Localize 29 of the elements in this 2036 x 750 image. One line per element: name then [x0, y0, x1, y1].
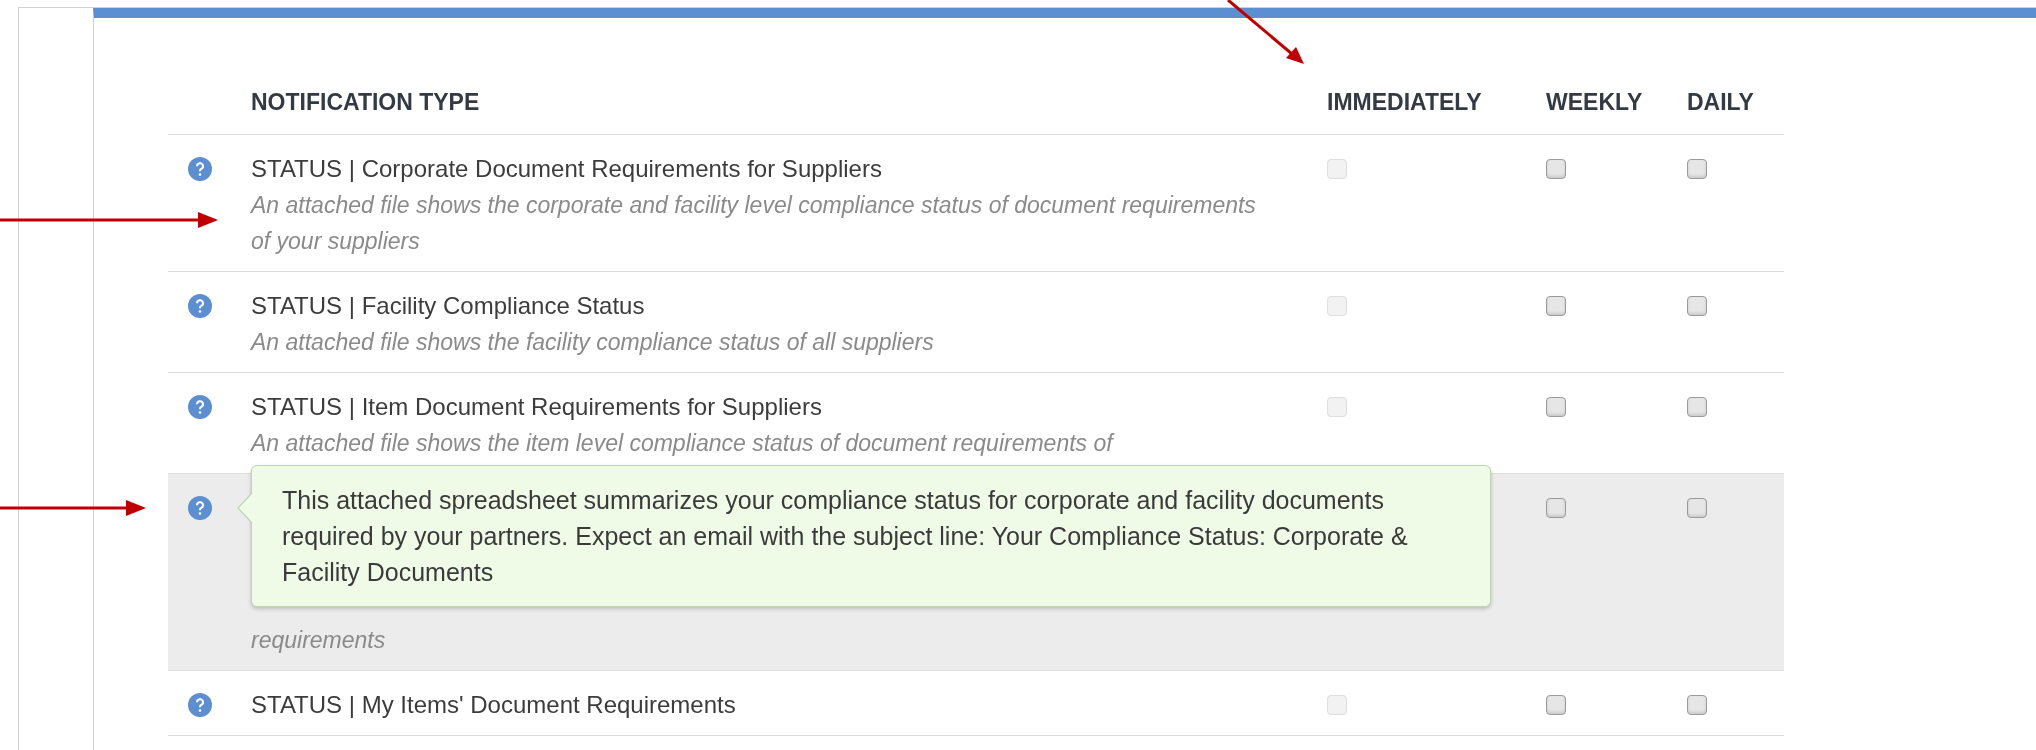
- help-icon[interactable]: [188, 294, 212, 318]
- help-icon[interactable]: [188, 395, 212, 419]
- tooltip-pointer: [237, 493, 252, 523]
- checkbox[interactable]: [1546, 159, 1566, 179]
- notification-description: An attached file shows the corporate and facility level compliance status of document requirements of your suppliers: [251, 191, 1257, 256]
- tooltip: This attached spreadsheet summarizes your compliance status for corporate and facility documents required by your partners. Expect an email with the subject line: Your Compliance Status: Corporate & Facility Documents: [251, 465, 1491, 607]
- notification-title: STATUS | My Items' Document Requirements: [251, 690, 737, 720]
- column-header: NOTIFICATION TYPE: [251, 88, 480, 115]
- checkbox[interactable]: [1546, 695, 1566, 715]
- checkbox[interactable]: [1687, 159, 1707, 179]
- notification-title: STATUS | Facility Compliance Status: [251, 291, 646, 321]
- notification-description: An attached file shows the item level compliance status of document requirements of: [251, 429, 1116, 458]
- checkbox[interactable]: [1546, 397, 1566, 417]
- column-header: DAILY: [1687, 88, 1754, 115]
- notification-description: An attached file shows the facility compliance status of all suppliers: [251, 328, 935, 357]
- help-icon[interactable]: [188, 496, 212, 520]
- checkbox[interactable]: [1687, 296, 1707, 316]
- column-header: WEEKLY: [1546, 88, 1643, 115]
- column-header: IMMEDIATELY: [1327, 88, 1482, 115]
- checkbox[interactable]: [1546, 296, 1566, 316]
- help-icon[interactable]: [188, 157, 212, 181]
- checkbox[interactable]: [1687, 397, 1707, 417]
- notification-description: requirements: [251, 626, 387, 655]
- checkbox[interactable]: [1687, 498, 1707, 518]
- checkbox[interactable]: [1546, 498, 1566, 518]
- notification-title: STATUS | Corporate Document Requirements for Suppliers: [251, 154, 883, 184]
- checkbox[interactable]: [1687, 695, 1707, 715]
- help-icon[interactable]: [188, 693, 212, 717]
- notification-title: STATUS | Item Document Requirements for Suppliers: [251, 392, 823, 422]
